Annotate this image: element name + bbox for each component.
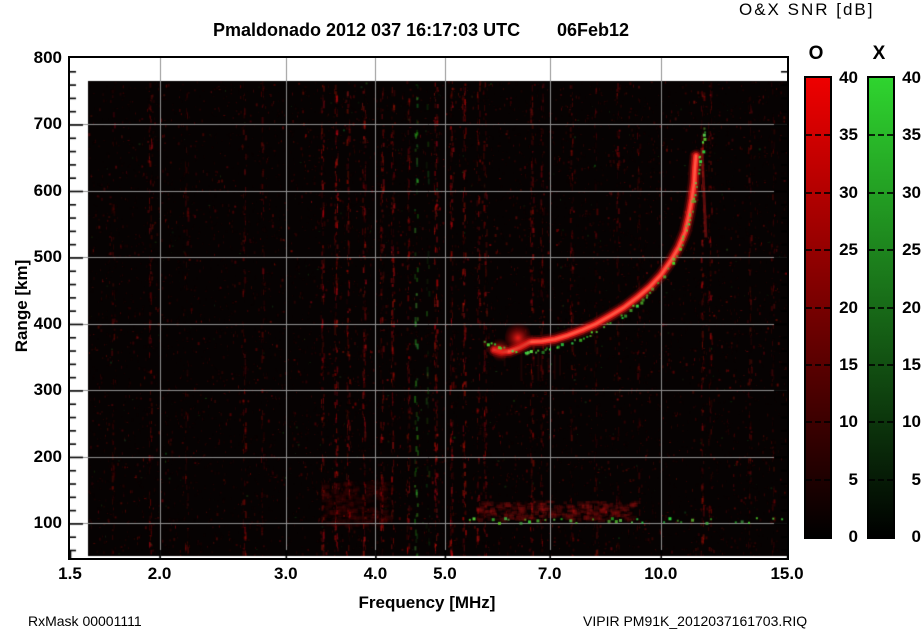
colorbar-tick-label: 35 — [839, 125, 858, 145]
colorbar-tick-label: 30 — [902, 182, 921, 202]
colorbar-tick-label: 20 — [902, 297, 921, 317]
colorbar-tick-dash — [869, 249, 893, 252]
colorbar-tick-dash — [806, 421, 830, 424]
y-tick-label: 700 — [33, 114, 62, 134]
colorbar-tick-dash — [806, 306, 830, 309]
y-tick-label: 300 — [33, 380, 62, 400]
colorbar-tick-dash — [806, 478, 830, 481]
colorbar-tick-dash — [869, 363, 893, 366]
colorbar-o — [804, 76, 832, 539]
page-title-date: 06Feb12 — [557, 20, 630, 40]
y-tick-label: 200 — [33, 446, 62, 466]
colorbar-tick-label: 15 — [902, 354, 921, 374]
colorbar-x-label: X — [872, 43, 886, 64]
ionogram-plot-canvas — [70, 58, 787, 558]
y-tick-label: 600 — [33, 180, 62, 200]
ionogram-page: Pmaldonado 2012 037 16:17:03 UTC 06Feb12… — [0, 0, 922, 636]
colorbar-tick-label: 0 — [848, 527, 858, 546]
colorbar-tick-label: 40 — [839, 68, 858, 87]
colorbar-tick-dash — [869, 421, 893, 424]
plot-frame — [68, 56, 789, 560]
page-title: Pmaldonado 2012 037 16:17:03 UTC — [213, 20, 521, 40]
colorbar-x — [867, 76, 895, 539]
colorbar-tick-dash — [806, 249, 830, 252]
y-axis-label: Range [km] — [12, 259, 31, 353]
source-file-name: VIPIR PM91K_2012037161703.RIQ — [583, 613, 808, 629]
colorbar-tick-label: 35 — [902, 125, 921, 145]
y-tick-label: 500 — [33, 247, 62, 267]
colorbar-tick-dash — [806, 191, 830, 194]
colorbar-title: O&X SNR [dB] — [739, 0, 875, 19]
colorbar-tick-label: 5 — [911, 469, 921, 489]
colorbar-tick-label: 10 — [839, 412, 858, 432]
x-tick-label: 15.0 — [770, 564, 804, 583]
colorbar-tick-dash — [806, 134, 830, 137]
colorbar-tick-dash — [869, 478, 893, 481]
colorbar-tick-dash — [806, 363, 830, 366]
colorbar-tick-label: 40 — [902, 68, 921, 87]
colorbar-tick-label: 10 — [902, 412, 921, 432]
colorbar-tick-dash — [869, 134, 893, 137]
colorbar-tick-dash — [869, 306, 893, 309]
x-tick-label: 3.0 — [274, 564, 298, 583]
x-tick-label: 4.0 — [363, 564, 388, 583]
colorbar-tick-label: 30 — [839, 182, 858, 202]
colorbar-tick-label: 20 — [839, 297, 858, 317]
colorbar-tick-label: 25 — [902, 240, 921, 260]
colorbar-tick-dash — [869, 191, 893, 194]
y-tick-label: 800 — [33, 48, 62, 67]
x-tick-label: 1.5 — [58, 564, 82, 583]
rxmask-status: RxMask 00001111 — [28, 613, 142, 629]
x-tick-label: 5.0 — [433, 564, 457, 583]
x-axis-label: Frequency [MHz] — [358, 593, 496, 612]
colorbar-tick-label: 15 — [839, 354, 858, 374]
colorbar-tick-label: 5 — [848, 469, 858, 489]
x-tick-label: 2.0 — [147, 564, 172, 583]
y-tick-label: 100 — [33, 513, 62, 533]
x-tick-label: 10.0 — [644, 564, 678, 583]
colorbar-o-label: O — [808, 43, 824, 64]
x-tick-label: 7.0 — [537, 564, 562, 583]
y-tick-label: 400 — [33, 313, 62, 333]
colorbar-tick-label: 0 — [911, 527, 921, 546]
colorbar-tick-label: 25 — [839, 240, 858, 260]
